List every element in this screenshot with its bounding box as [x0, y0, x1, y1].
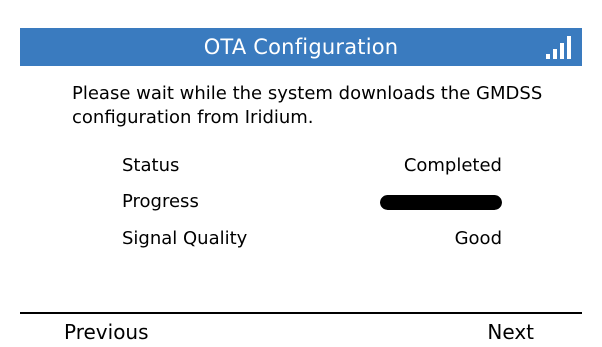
status-row: Status Completed: [122, 153, 502, 179]
next-button[interactable]: Next: [487, 318, 534, 347]
progress-fill: [380, 195, 502, 210]
signal-quality-value: Good: [454, 228, 502, 249]
previous-button[interactable]: Previous: [64, 318, 149, 347]
signal-quality-label: Signal Quality: [122, 228, 248, 249]
status-message: Please wait while the system downloads t…: [72, 83, 543, 128]
signal-quality-row: Signal Quality Good: [122, 226, 502, 252]
screen-title: OTA Configuration: [203, 35, 399, 59]
title-bar: OTA Configuration: [20, 28, 582, 66]
ota-configuration-screen: OTA Configuration Please wait while the …: [0, 0, 602, 347]
softkey-divider: [20, 312, 582, 314]
status-label: Status: [122, 155, 180, 176]
status-value: Completed: [403, 155, 502, 176]
progress-label: Progress: [122, 191, 199, 212]
progress-row: Progress: [122, 189, 502, 215]
progress-bar: [380, 195, 502, 210]
signal-bars-icon: [546, 36, 571, 59]
